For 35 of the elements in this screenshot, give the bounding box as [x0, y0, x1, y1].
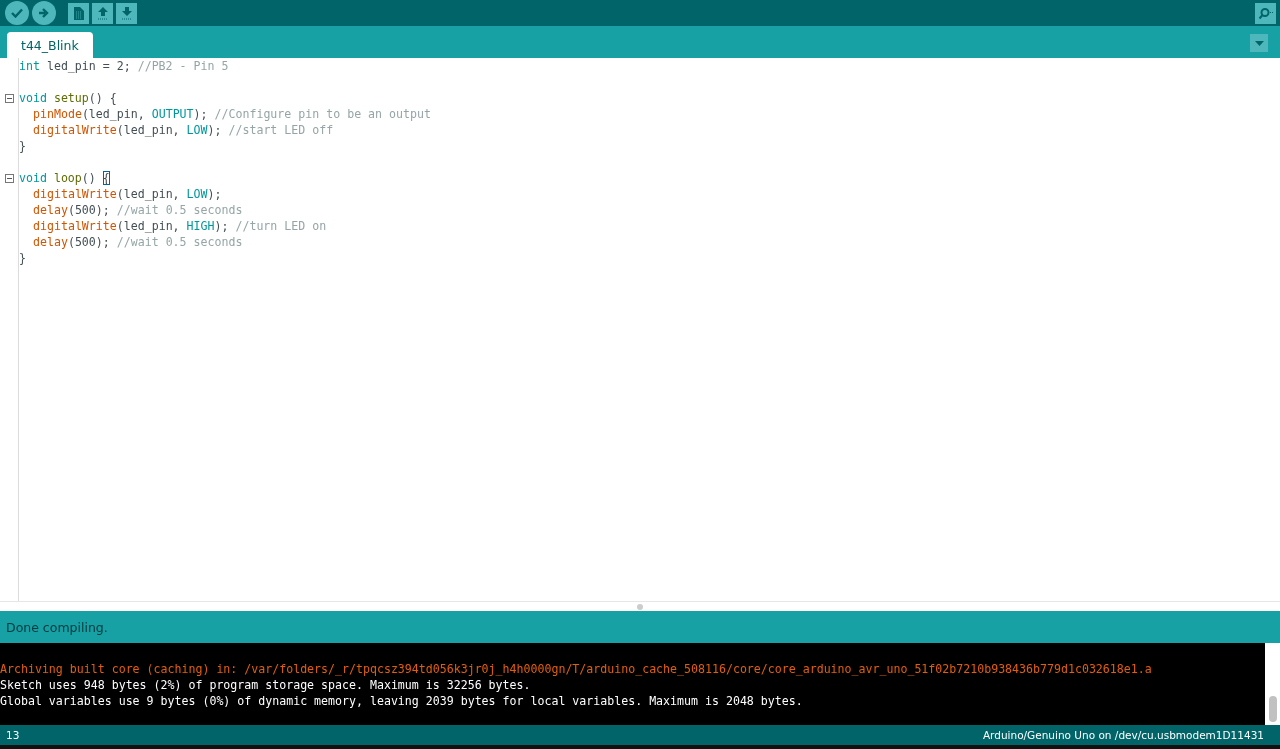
file-tab[interactable]: t44_Blink — [7, 32, 93, 58]
open-button[interactable] — [92, 2, 113, 24]
code-line: delay(500); //wait 0.5 seconds — [33, 234, 243, 250]
tab-menu-button[interactable] — [1250, 34, 1268, 52]
console-line: Global variables use 9 bytes (0%) of dynamic memory, leaving 2039 bytes for local variables. Maximum is 2048 bytes. — [0, 693, 804, 709]
arrow-right-icon — [38, 8, 50, 18]
document-icon — [73, 6, 84, 20]
scrollbar-thumb[interactable] — [1268, 696, 1277, 722]
line-number: 13 — [6, 729, 20, 741]
verify-button[interactable] — [5, 1, 29, 25]
board-port: Arduino/Genuino Uno on /dev/cu.usbmodem1D11431 — [982, 729, 1264, 741]
console-line: Sketch uses 948 bytes (2%) of program storage space. Maximum is 32256 bytes. — [0, 677, 532, 693]
code-line: } — [19, 250, 26, 266]
code-line: digitalWrite(led_pin, HIGH); //turn LED on — [33, 218, 327, 234]
code-line: int led_pin = 2; //PB2 - Pin 5 — [19, 58, 229, 74]
new-button[interactable] — [68, 2, 89, 24]
save-button[interactable] — [116, 2, 137, 24]
magnifier-icon — [1257, 6, 1274, 20]
code-line: delay(500); //wait 0.5 seconds — [33, 202, 243, 218]
checkmark-icon — [11, 8, 23, 18]
status-message: Done compiling. — [5, 619, 108, 635]
serial-monitor-button[interactable] — [1255, 2, 1276, 24]
code-line: void setup() { — [19, 74, 117, 106]
console-line: Archiving built core (caching) in: /var/folders/_r/tpqcsz394td056k3jr0j_h4h0000gn/T/arduino_cache_508116/core/core_arduino_avr_uno_51f02b7210b938436b779d1c032618e1.a — [0, 661, 1153, 677]
fold-icon[interactable] — [4, 173, 14, 183]
fold-icon[interactable] — [4, 93, 14, 103]
code-line: } — [19, 138, 26, 154]
caret-icon — [1254, 40, 1264, 46]
arrow-up-icon — [96, 6, 109, 20]
code-line: digitalWrite(led_pin, LOW); — [33, 186, 222, 202]
upload-button[interactable] — [32, 1, 56, 25]
code-line: pinMode(led_pin, OUTPUT); //Configure pin to be an output — [33, 106, 431, 122]
splitter-handle[interactable] — [637, 603, 643, 610]
code-line: digitalWrite(led_pin, LOW); //start LED off — [33, 122, 334, 138]
arrow-down-icon — [120, 6, 133, 20]
